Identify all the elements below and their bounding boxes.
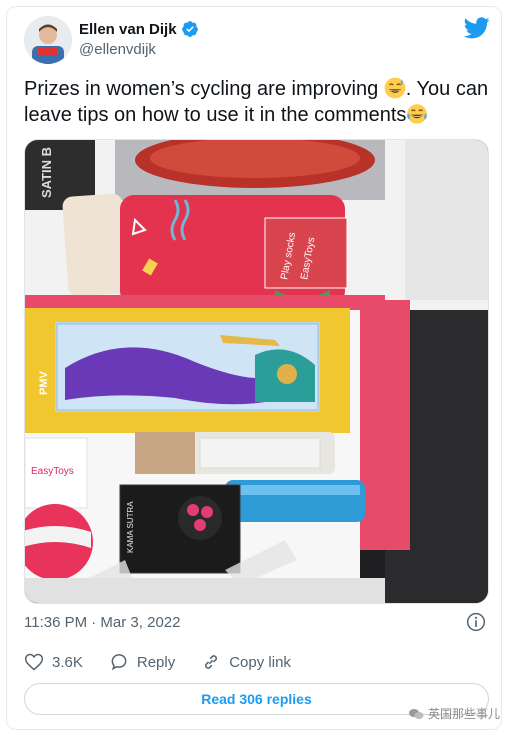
read-replies-label: Read 306 replies bbox=[201, 691, 312, 707]
tweet-photo[interactable]: SATIN B Play socks EasyToys PMV EasyToys… bbox=[24, 139, 489, 604]
author-handle[interactable]: @ellenvdijk bbox=[79, 41, 156, 58]
photo-illustration: SATIN B Play socks EasyToys PMV EasyToys… bbox=[25, 140, 488, 603]
heart-icon bbox=[24, 653, 44, 671]
author-name-row[interactable]: Ellen van Dijk bbox=[79, 20, 199, 38]
satin-label: SATIN B bbox=[39, 147, 54, 198]
box-brand-label: PMV bbox=[38, 371, 50, 396]
like-button[interactable]: 3.6K bbox=[24, 652, 83, 672]
link-icon bbox=[205, 655, 218, 669]
watermark-text: 英国那些事儿 bbox=[427, 707, 500, 721]
card-box-label: KAMA SUTRA bbox=[126, 501, 135, 553]
tweet-actions: 3.6K Reply Copy link bbox=[24, 652, 317, 672]
like-count: 3.6K bbox=[52, 653, 83, 671]
info-icon[interactable] bbox=[466, 612, 486, 632]
watermark: 英国那些事儿 bbox=[408, 705, 500, 722]
copy-link-button[interactable]: Copy link bbox=[201, 652, 291, 672]
reply-button[interactable]: Reply bbox=[109, 652, 175, 672]
small-box-brand-label: EasyToys bbox=[31, 466, 74, 477]
twitter-bird-icon[interactable] bbox=[464, 17, 490, 39]
copy-link-label: Copy link bbox=[229, 653, 291, 671]
sweat-smile-emoji-icon bbox=[384, 77, 406, 99]
tweet-text-part-1: Prizes in women’s cycling are improving bbox=[24, 78, 384, 100]
tweet-card: Ellen van Dijk @ellenvdijk Prizes in wom… bbox=[0, 0, 510, 736]
author-name[interactable]: Ellen van Dijk bbox=[79, 21, 177, 38]
reply-bubble-icon bbox=[111, 654, 127, 671]
tears-of-joy-emoji-icon bbox=[407, 104, 428, 124]
wechat-icon bbox=[408, 708, 424, 719]
tweet-timestamp[interactable]: 11:36 PM · Mar 3, 2022 bbox=[24, 614, 180, 631]
reply-label: Reply bbox=[136, 653, 176, 671]
avatar[interactable] bbox=[24, 16, 72, 64]
tweet-text: Prizes in women’s cycling are improving … bbox=[24, 76, 494, 128]
verified-badge-icon bbox=[181, 21, 198, 37]
